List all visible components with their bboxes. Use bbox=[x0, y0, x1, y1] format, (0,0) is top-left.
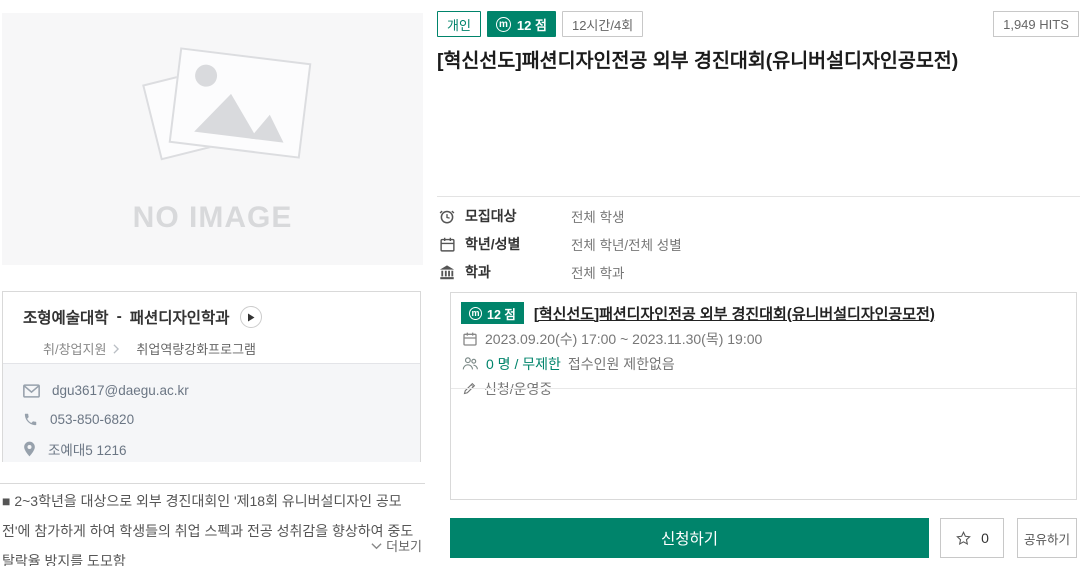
show-more-label: 더보기 bbox=[386, 539, 422, 554]
mileage-point-label: 12 점 bbox=[516, 17, 547, 33]
chevron-down-icon bbox=[371, 542, 382, 549]
department-name: 패션디자인학과 bbox=[129, 310, 230, 327]
session-period: 2023.09.20(수) 17:00 ~ 2023.11.30(목) 19:0… bbox=[485, 330, 763, 347]
info-divider bbox=[437, 196, 1080, 197]
org-location: 조예대5 1216 bbox=[48, 442, 127, 458]
description-divider bbox=[0, 483, 425, 484]
info-row-target: 모집대상 전체 학생 bbox=[437, 202, 1077, 230]
photo-frame-front-icon bbox=[168, 47, 312, 159]
college-dept-separator: - bbox=[116, 308, 122, 325]
no-image-label: NO IMAGE bbox=[132, 201, 293, 234]
show-more-button[interactable]: 더보기 bbox=[2, 536, 422, 555]
program-detail-page: NO IMAGE 조형예술대학 - 패션디자인학과 취/창업지원 취업역량강화프… bbox=[0, 0, 1092, 566]
favorite-button[interactable]: 0 bbox=[940, 518, 1004, 558]
info-label: 학과 bbox=[465, 264, 491, 280]
calendar-icon bbox=[463, 332, 477, 346]
info-row-department: 학과 전체 학과 bbox=[437, 258, 1077, 286]
star-icon bbox=[956, 530, 971, 545]
session-divider bbox=[451, 388, 1076, 389]
share-button[interactable]: 공유하기 bbox=[1017, 518, 1077, 558]
category-parent-link[interactable]: 취/창업지원 bbox=[43, 339, 106, 358]
info-value: 전체 학생 bbox=[571, 210, 625, 225]
info-value: 전체 학년/전체 성별 bbox=[571, 238, 682, 253]
play-icon bbox=[247, 313, 255, 321]
session-title-link[interactable]: [혁신선도]패션디자인전공 외부 경진대회(유니버설디자인공모전) bbox=[534, 303, 935, 324]
session-point-badge: m 12 점 bbox=[461, 302, 524, 324]
apply-button[interactable]: 신청하기 bbox=[450, 518, 929, 558]
alarm-clock-icon bbox=[439, 210, 455, 224]
mileage-icon: m bbox=[469, 306, 482, 320]
org-email: dgu3617@daegu.ac.kr bbox=[52, 383, 189, 398]
mountain-small-icon bbox=[249, 112, 287, 143]
duration-badge: 12시간/4회 bbox=[561, 11, 644, 37]
page-title: [혁신선도]패션디자인전공 외부 경진대회(유니버설디자인공모전) bbox=[437, 50, 959, 72]
org-contact-section: dgu3617@daegu.ac.kr 053-850-6820 조예대5 12… bbox=[3, 363, 420, 462]
organization-card: 조형예술대학 - 패션디자인학과 취/창업지원 취업역량강화프로그램 dgu36… bbox=[2, 291, 421, 462]
bank-icon bbox=[439, 264, 455, 279]
session-point-label: 12 점 bbox=[487, 307, 516, 322]
info-value: 전체 학과 bbox=[571, 266, 625, 281]
calendar-icon bbox=[439, 237, 455, 252]
mileage-icon: m bbox=[495, 16, 511, 32]
phone-icon bbox=[24, 413, 37, 426]
expand-play-button[interactable] bbox=[239, 306, 262, 328]
category-child-label: 취업역량강화프로그램 bbox=[136, 342, 257, 357]
chevron-right-icon bbox=[113, 343, 120, 354]
org-phone: 053-850-6820 bbox=[50, 412, 135, 427]
location-pin-icon bbox=[24, 441, 35, 456]
favorite-count: 0 bbox=[981, 530, 989, 546]
program-thumbnail-placeholder: NO IMAGE bbox=[2, 13, 423, 265]
sun-icon bbox=[193, 63, 219, 88]
college-name: 조형예술대학 bbox=[23, 310, 109, 327]
org-title-row: 조형예술대학 - 패션디자인학과 bbox=[23, 306, 420, 328]
personal-badge: 개인 bbox=[437, 11, 481, 37]
info-label: 모집대상 bbox=[465, 208, 517, 224]
people-icon bbox=[462, 357, 478, 370]
mail-icon bbox=[23, 383, 40, 398]
info-rows: 모집대상 전체 학생 학년/성별 전체 학년/전체 성별 학과 전체 학과 bbox=[437, 202, 1077, 286]
session-capacity: 0 명 / 무제한 bbox=[486, 355, 561, 372]
mileage-point-badge: m 12 점 bbox=[486, 11, 556, 37]
hits-counter: 1,949 HITS bbox=[993, 11, 1079, 37]
info-row-grade-gender: 학년/성별 전체 학년/전체 성별 bbox=[437, 230, 1077, 258]
program-session-card: m 12 점 [혁신선도]패션디자인전공 외부 경진대회(유니버설디자인공모전)… bbox=[450, 292, 1077, 500]
badge-row: 개인 m 12 점 12시간/4회 bbox=[437, 11, 644, 37]
info-label: 학년/성별 bbox=[465, 236, 521, 252]
session-capacity-note: 접수인원 제한없음 bbox=[567, 355, 675, 372]
